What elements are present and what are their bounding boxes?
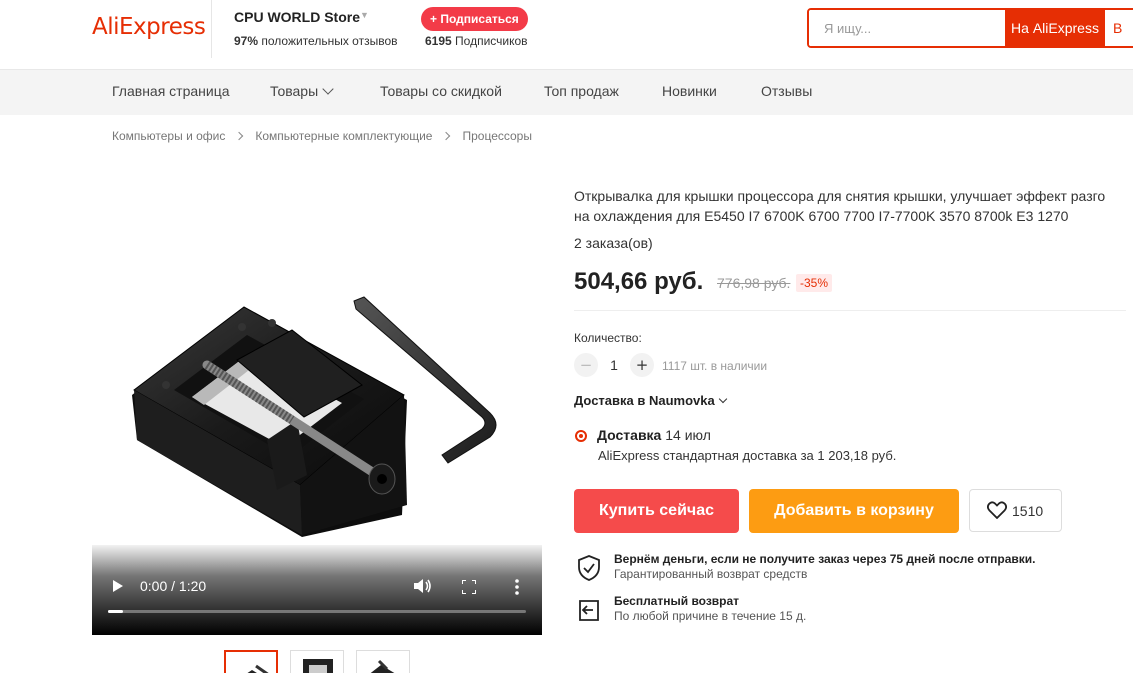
- nav-reviews[interactable]: Отзывы: [761, 83, 812, 99]
- search-box: На AliExpress В: [807, 8, 1133, 48]
- video-time: 0:00 / 1:20: [140, 578, 207, 594]
- followers-text: Подписчиков: [455, 34, 528, 48]
- followers-number: 6195: [425, 34, 452, 48]
- current-price: 504,66 руб.: [574, 268, 704, 295]
- guarantee-subtitle: Гарантированный возврат средств: [614, 567, 808, 581]
- thumbnail-image: [247, 664, 269, 673]
- nav-products-label: Товары: [270, 83, 319, 99]
- nav-products[interactable]: Товары: [270, 83, 334, 99]
- breadcrumb-item[interactable]: Компьютеры и офис: [112, 129, 225, 143]
- quantity-value[interactable]: 1: [604, 357, 624, 373]
- chevron-down-icon: [718, 394, 727, 404]
- store-caret-icon[interactable]: ▼: [360, 10, 369, 20]
- old-price: 776,98 руб.: [717, 275, 791, 291]
- free-return-title: Бесплатный возврат: [614, 594, 740, 608]
- nav-home[interactable]: Главная страница: [112, 83, 230, 99]
- nav-discounts[interactable]: Товары со скидкой: [380, 83, 502, 99]
- divider: [574, 310, 1126, 311]
- rating-text: положительных отзывов: [261, 34, 398, 48]
- store-rating: 97% положительных отзывов: [234, 34, 398, 48]
- play-icon[interactable]: [113, 580, 123, 592]
- discount-badge: -35%: [796, 274, 833, 292]
- return-box-icon: [579, 600, 599, 621]
- stock-count: 1117 шт. в наличии: [662, 359, 768, 373]
- fullscreen-icon[interactable]: [462, 580, 476, 594]
- rating-percent: 97%: [234, 34, 259, 48]
- more-options-icon[interactable]: [515, 579, 519, 595]
- buy-now-button[interactable]: Купить сейчас: [574, 489, 739, 533]
- breadcrumb-item[interactable]: Компьютерные комплектующие: [255, 129, 432, 143]
- shield-check-icon: [578, 555, 600, 581]
- wishlist-button[interactable]: 1510: [969, 489, 1062, 532]
- video-progress-fill: [108, 610, 123, 613]
- search-aliexpress-button[interactable]: На AliExpress: [1005, 10, 1105, 46]
- thumbnail-image: [303, 659, 333, 673]
- orders-count: 2 заказа(ов): [574, 235, 653, 251]
- delivery-description: AliExpress стандартная доставка за 1 203…: [598, 448, 897, 463]
- thumbnail-3[interactable]: [356, 650, 410, 673]
- delivery-label: Доставка: [597, 427, 662, 443]
- breadcrumb-item[interactable]: Процессоры: [462, 129, 532, 143]
- ship-to-label: Доставка в Naumovka: [574, 393, 715, 408]
- subscribe-button[interactable]: + Подписаться: [421, 7, 528, 31]
- top-header: AliExpress CPU WORLD Store ▼ 97% положит…: [0, 0, 1133, 70]
- guarantee-title: Вернём деньги, если не получите заказ че…: [614, 552, 1036, 566]
- header-divider: [211, 0, 212, 58]
- ship-to-selector[interactable]: Доставка в Naumovka: [574, 393, 727, 408]
- search-store-button[interactable]: В: [1108, 10, 1133, 46]
- heart-icon: [987, 501, 1007, 519]
- breadcrumb: Компьютеры и офис Компьютерные комплекту…: [112, 129, 532, 143]
- delivery-radio[interactable]: [575, 430, 587, 442]
- thumbnail-1[interactable]: [224, 650, 278, 673]
- search-input[interactable]: [809, 10, 1005, 46]
- aliexpress-logo[interactable]: AliExpress: [92, 14, 206, 40]
- add-to-cart-button[interactable]: Добавить в корзину: [749, 489, 959, 533]
- followers-count: 6195 Подписчиков: [425, 34, 528, 48]
- volume-icon[interactable]: [414, 578, 432, 594]
- free-return-subtitle: По любой причине в течение 15 д.: [614, 609, 807, 623]
- store-nav: Главная страница Товары Товары со скидко…: [0, 70, 1133, 115]
- chevron-right-icon: [235, 131, 244, 141]
- wishlist-count: 1510: [1012, 503, 1044, 519]
- delivery-date: 14 июл: [665, 427, 711, 443]
- nav-new[interactable]: Новинки: [662, 83, 717, 99]
- chevron-down-icon: [322, 83, 334, 95]
- nav-top-sales[interactable]: Топ продаж: [544, 83, 619, 99]
- delivery-info: Доставка 14 июл: [597, 427, 711, 443]
- quantity-increase-button[interactable]: +: [630, 353, 654, 377]
- product-title: Открывалка для крышки процессора для сня…: [574, 188, 1106, 224]
- chevron-right-icon: [442, 131, 451, 141]
- thumbnail-2[interactable]: [290, 650, 344, 673]
- quantity-decrease-button[interactable]: −: [574, 353, 598, 377]
- store-name[interactable]: CPU WORLD Store: [234, 9, 360, 25]
- thumbnail-image: [370, 659, 395, 673]
- quantity-label: Количество:: [574, 331, 642, 345]
- video-progress-bar[interactable]: [108, 610, 526, 613]
